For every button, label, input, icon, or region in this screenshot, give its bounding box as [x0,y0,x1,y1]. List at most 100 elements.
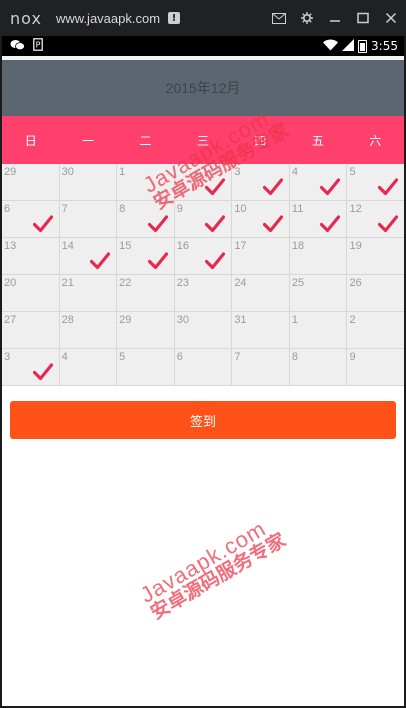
checkmark-icon [377,215,399,233]
calendar-day-cell[interactable]: 21 [60,275,118,311]
gear-icon[interactable] [300,11,314,25]
calendar-day-cell[interactable]: 6 [2,201,60,237]
calendar-day-cell[interactable]: 3 [232,164,290,200]
day-number: 17 [234,240,247,252]
day-number: 20 [4,277,17,289]
day-number: 21 [61,277,74,289]
day-number: 16 [176,240,189,252]
calendar-day-cell[interactable]: 29 [117,312,175,348]
day-number: 8 [291,351,299,363]
calendar-day-cell[interactable]: 18 [290,238,348,274]
calendar-day-cell[interactable]: 1 [290,312,348,348]
day-number: 9 [349,351,356,363]
emulator-url: www.javaapk.com [56,10,161,26]
calendar-day-cell[interactable]: 5 [117,349,175,385]
calendar-day-cell[interactable]: 22 [117,275,175,311]
weekday-wed: 三 [196,133,209,148]
day-number: 5 [349,166,356,178]
day-number: 3 [234,166,241,178]
watermark-domain: Javaapk.com [135,515,271,608]
day-number: 30 [61,166,74,178]
checkmark-icon [147,215,168,233]
calendar-day-cell[interactable]: 10 [232,201,290,237]
day-number: 9 [176,203,183,215]
calendar-day-cell[interactable]: 2 [347,312,404,348]
calendar-day-cell[interactable]: 14 [60,238,118,274]
status-time: 3:55 [371,39,398,53]
checkmark-icon [32,363,53,381]
day-number: 23 [176,277,189,289]
calendar-day-cell[interactable]: 7 [60,201,118,237]
weekday-sun: 日 [24,133,37,148]
calendar-day-cell[interactable]: 20 [2,275,60,311]
calendar-day-cell[interactable]: 16 [175,238,233,274]
app-screen: 2015年12月 日 一 二 三 四 五 六 29 30 1 3 4 5 6 7 8 9 10 11 1… [2,56,404,706]
weekday-header: 日 一 二 三 四 五 六 [2,116,404,164]
calendar-day-cell[interactable]: 13 [2,238,60,274]
calendar-day-cell[interactable] [175,164,233,200]
sign-button-area: 签到 [2,386,404,439]
checkmark-icon [32,215,53,233]
day-number: 31 [234,314,247,326]
day-number: 25 [291,277,305,289]
calendar-day-cell[interactable]: 28 [60,312,118,348]
day-number: 13 [4,240,17,252]
day-number: 6 [4,203,11,215]
calendar-day-cell[interactable]: 11 [290,201,348,237]
day-number: 6 [176,351,183,363]
watermark-bottom: Javaapk.com 安卓源码服务专家 [135,511,290,624]
status-bar: P 3:55 [2,36,404,56]
calendar-week-row: 29 30 1 3 4 5 [2,164,404,201]
day-number: 27 [4,314,17,326]
day-number: 14 [61,240,74,252]
calendar-day-cell[interactable]: 4 [60,349,118,385]
minimize-icon[interactable] [328,11,342,25]
mail-icon[interactable] [272,11,286,25]
day-number: 22 [119,277,132,289]
calendar-day-cell[interactable]: 27 [2,312,60,348]
nox-logo: nox [10,8,42,28]
day-number: 15 [119,240,132,252]
calendar-day-cell[interactable]: 19 [347,238,404,274]
calendar-day-cell[interactable]: 26 [347,275,404,311]
calendar-day-cell[interactable]: 5 [347,164,404,200]
calendar-day-cell[interactable]: 4 [290,164,348,200]
checkmark-icon [377,178,399,196]
calendar-day-cell[interactable]: 8 [117,201,175,237]
calendar-day-cell[interactable]: 6 [175,349,233,385]
calendar-day-cell[interactable]: 9 [175,201,233,237]
emulator-title-bar: nox www.javaapk.com ! [0,0,406,36]
warning-icon[interactable]: ! [168,12,181,24]
calendar-day-cell[interactable]: 24 [232,275,290,311]
calendar-day-cell[interactable]: 31 [232,312,290,348]
signal-icon [342,38,355,54]
calendar-day-cell[interactable]: 15 [117,238,175,274]
weekday-sat: 六 [369,133,382,148]
calendar-day-cell[interactable]: 3 [2,349,60,385]
month-title: 2015年12月 [165,80,241,96]
calendar-day-cell[interactable]: 8 [290,349,348,385]
checkmark-icon [147,252,168,270]
day-number: 18 [291,240,305,252]
calendar-day-cell[interactable]: 17 [232,238,290,274]
calendar-day-cell[interactable]: 30 [60,164,118,200]
checkmark-icon [205,178,226,196]
maximize-icon[interactable] [356,11,370,25]
calendar-day-cell[interactable]: 1 [117,164,175,200]
calendar-day-cell[interactable]: 9 [347,349,404,385]
calendar-day-cell[interactable]: 7 [232,349,290,385]
calendar-week-row: 3 4 5 6 7 8 9 [2,349,404,386]
wifi-icon [323,39,339,54]
sign-in-button[interactable]: 签到 [10,401,396,439]
day-number: 19 [349,240,362,252]
day-number: 3 [4,351,11,363]
calendar-day-cell[interactable]: 23 [175,275,233,311]
day-number: 4 [61,351,68,363]
calendar-day-cell[interactable]: 29 [2,164,60,200]
day-number: 7 [234,351,241,363]
weekday-tue: 二 [139,133,152,148]
calendar-day-cell[interactable]: 25 [290,275,348,311]
close-icon[interactable] [384,11,398,25]
calendar-day-cell[interactable]: 30 [175,312,233,348]
calendar-day-cell[interactable]: 12 [347,201,404,237]
